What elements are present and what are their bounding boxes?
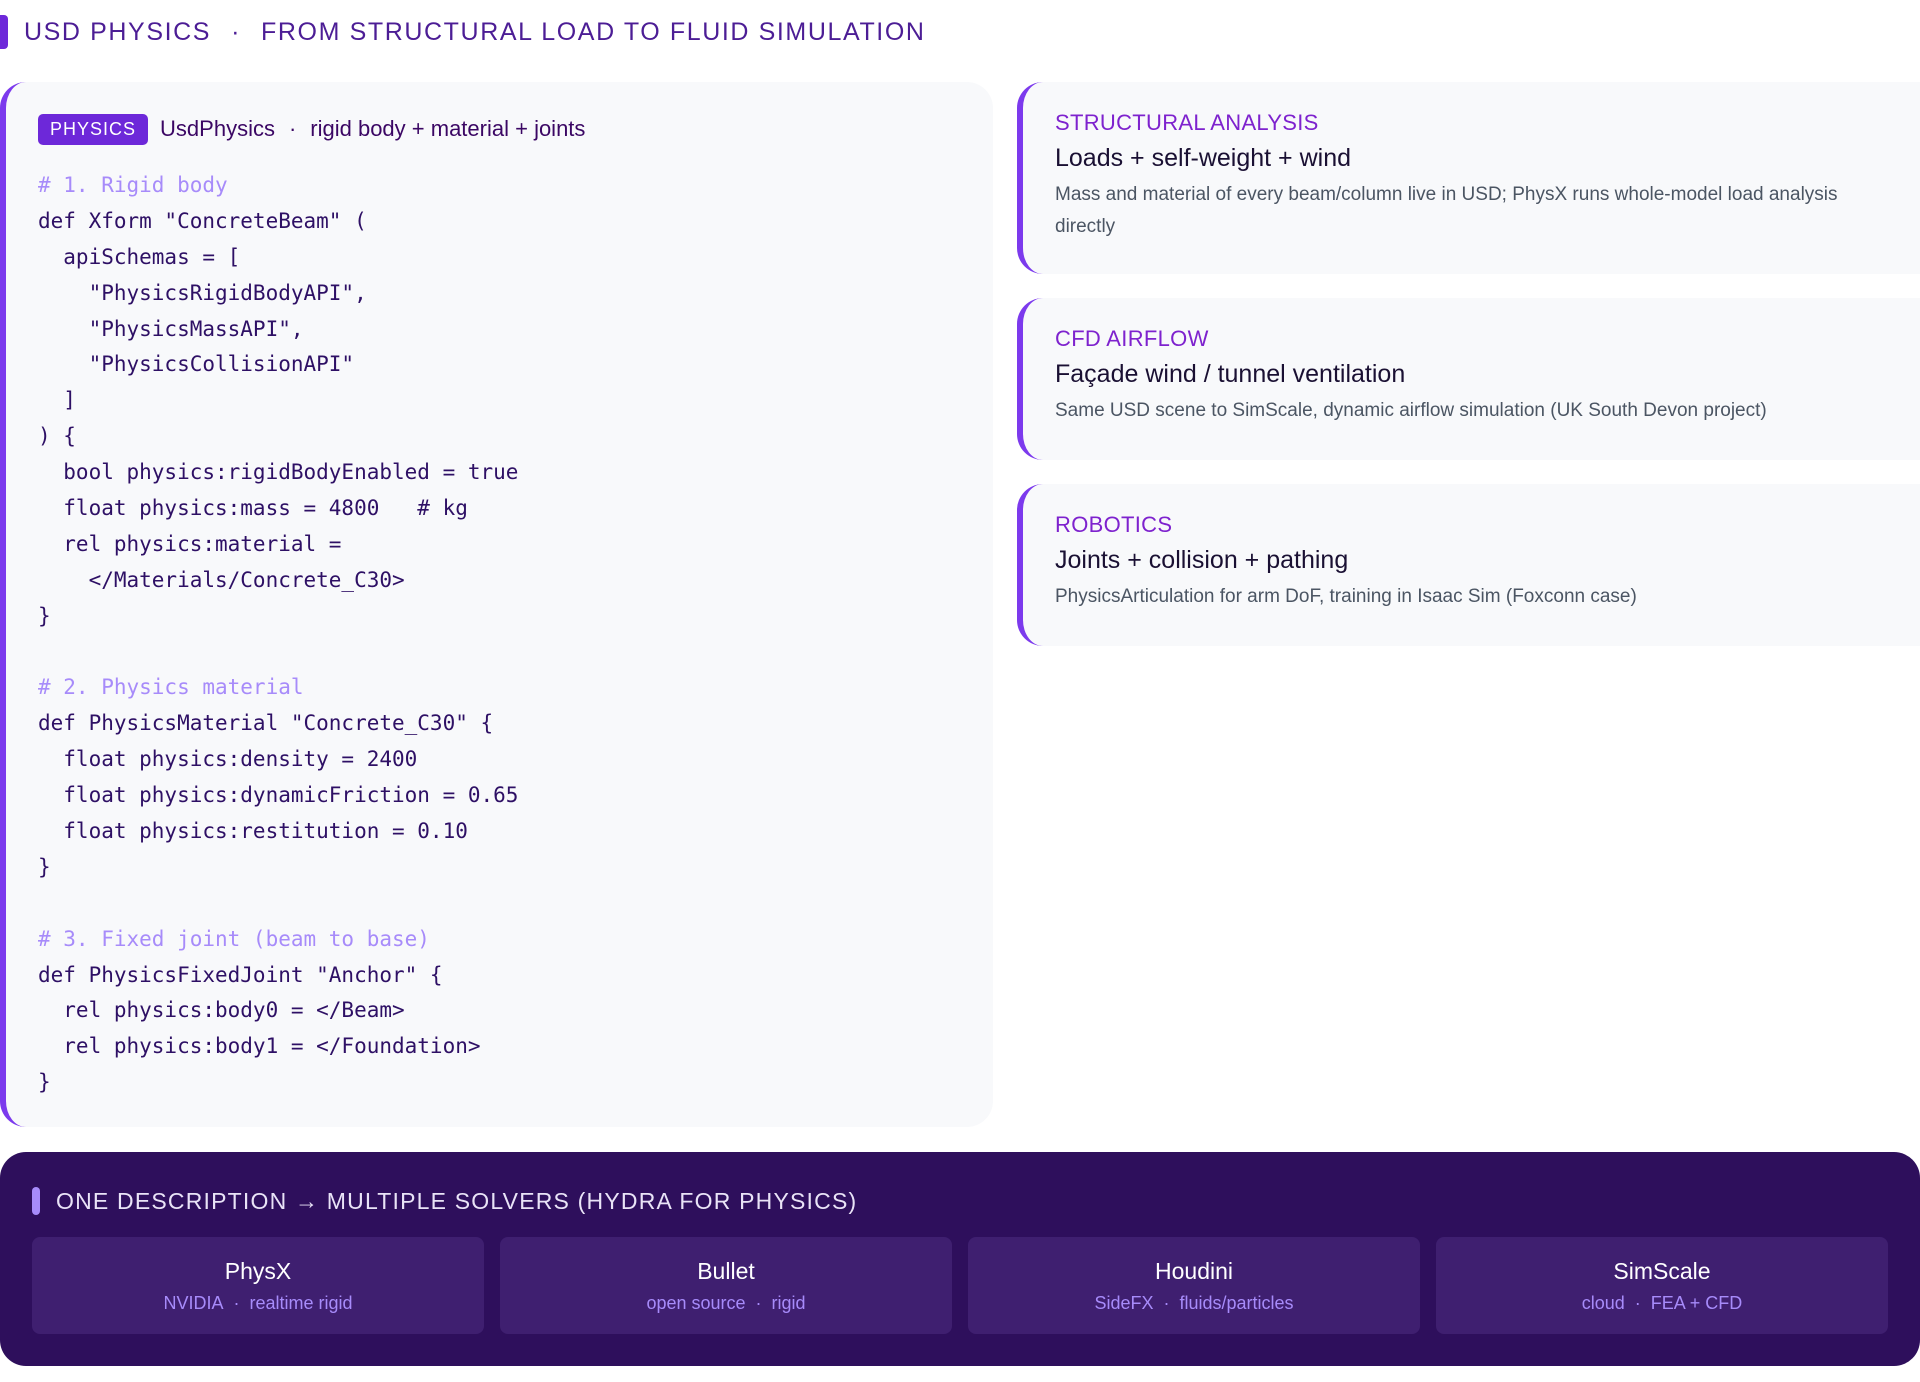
card-description: Mass and material of every beam/column l… (1055, 184, 1838, 237)
solver-name: SimScale (1613, 1257, 1711, 1284)
code-line: def PhysicsMaterial "Concrete_C30" { (38, 711, 494, 736)
code-comment-line: # 3. Fixed joint (beam to base) (38, 926, 430, 951)
solver-sub-a: open source (646, 1292, 746, 1313)
card-label: ROBOTICS (1055, 512, 1173, 537)
card-label: CFD AIRFLOW (1055, 326, 1209, 351)
solver-sub-separator: · (1634, 1292, 1641, 1313)
code-line: rel physics:body0 = </Beam> (38, 998, 405, 1023)
code-line: def Xform "ConcreteBeam" ( (38, 208, 367, 233)
header-accent-bar (0, 15, 8, 49)
code-line: apiSchemas = [ (38, 244, 241, 269)
code-line: "PhysicsRigidBodyAPI", (38, 280, 367, 305)
card-title: Joints + collision + pathing (1055, 546, 1349, 574)
code-line: "PhysicsMassAPI", (38, 316, 304, 341)
card-structural-analysis: STRUCTURAL ANALYSIS Loads + self-weight … (1017, 82, 1920, 274)
solver-card-houdini: Houdini SideFX · fluids/particles (968, 1237, 1420, 1334)
solver-sub-b: realtime rigid (249, 1292, 353, 1313)
solver-card-physx: PhysX NVIDIA · realtime rigid (32, 1237, 484, 1334)
card-title: Façade wind / tunnel ventilation (1055, 360, 1406, 388)
card-description: PhysicsArticulation for arm DoF, trainin… (1055, 586, 1637, 607)
code-block: # 1. Rigid body def Xform "ConcreteBeam" … (38, 168, 993, 1101)
code-line: rel physics:material = (38, 531, 342, 556)
code-line: rel physics:body1 = </Foundation> (38, 1034, 481, 1059)
physics-badge: PHYSICS (38, 113, 149, 145)
solver-accent-bar (32, 1187, 40, 1215)
code-line: float physics:density = 2400 (38, 747, 418, 772)
solver-list: PhysX NVIDIA · realtime rigid Bullet open … (32, 1237, 1888, 1334)
solver-sub-separator: · (755, 1292, 762, 1313)
solver-subtitle: open source · rigid (646, 1293, 805, 1314)
page-title: USD PHYSICS · FROM STRUCTURAL LOAD TO FL… (24, 18, 926, 47)
code-line: } (38, 603, 51, 628)
solver-subtitle: NVIDIA · realtime rigid (163, 1293, 352, 1314)
code-line: float physics:mass = 4800 # kg (38, 496, 468, 521)
code-line: ] (38, 388, 76, 413)
solver-sub-separator: · (233, 1292, 240, 1313)
code-line: } (38, 854, 51, 879)
solver-sub-b: FEA + CFD (1650, 1292, 1743, 1313)
code-panel-title-main: UsdPhysics (160, 116, 275, 141)
solver-sub-a: NVIDIA (163, 1292, 224, 1313)
solver-name: Houdini (1155, 1257, 1233, 1284)
page-title-separator: · (231, 17, 242, 46)
code-line: } (38, 1070, 51, 1095)
code-panel-title-separator: · (288, 116, 297, 141)
solver-sub-b: rigid (771, 1292, 806, 1313)
code-line: float physics:dynamicFriction = 0.65 (38, 783, 519, 808)
solver-title: ONE DESCRIPTION → MULTIPLE SOLVERS (HYDR… (56, 1187, 858, 1214)
solver-subtitle: cloud · FEA + CFD (1582, 1293, 1743, 1314)
card-cfd-airflow: CFD AIRFLOW Façade wind / tunnel ventila… (1017, 298, 1920, 460)
solver-subtitle: SideFX · fluids/particles (1094, 1293, 1293, 1314)
card-title: Loads + self-weight + wind (1055, 144, 1352, 172)
page-title-left: USD PHYSICS (24, 17, 212, 46)
solver-sub-a: cloud (1581, 1292, 1625, 1313)
solver-name: PhysX (224, 1257, 292, 1284)
solver-card-bullet: Bullet open source · rigid (500, 1237, 952, 1334)
code-line: bool physics:rigidBodyEnabled = true (38, 460, 519, 485)
solver-sub-b: fluids/particles (1179, 1292, 1294, 1313)
solver-heading: ONE DESCRIPTION → MULTIPLE SOLVERS (HYDR… (32, 1186, 857, 1216)
code-panel: PHYSICS UsdPhysics · rigid body + material… (0, 82, 993, 1127)
page-title-right: FROM STRUCTURAL LOAD TO FLUID SIMULATION (261, 17, 926, 46)
code-line: float physics:restitution = 0.10 (38, 819, 468, 844)
code-line: ) { (38, 424, 76, 449)
solver-card-simscale: SimScale cloud · FEA + CFD (1436, 1237, 1888, 1334)
solver-sub-separator: · (1163, 1292, 1170, 1313)
code-panel-header: PHYSICS UsdPhysics · rigid body + material… (38, 112, 993, 146)
code-line: </Materials/Concrete_C30> (38, 567, 405, 592)
solver-panel: ONE DESCRIPTION → MULTIPLE SOLVERS (HYDR… (0, 1152, 1920, 1366)
code-comment-line: # 1. Rigid body (38, 173, 228, 197)
code-comment-line: # 2. Physics material (38, 675, 304, 700)
code-panel-title: UsdPhysics · rigid body + material + joint… (160, 116, 585, 142)
card-robotics: ROBOTICS Joints + collision + pathing Ph… (1017, 484, 1920, 646)
solver-name: Bullet (697, 1257, 755, 1284)
code-line: "PhysicsCollisionAPI" (38, 352, 355, 377)
card-label: STRUCTURAL ANALYSIS (1055, 110, 1319, 135)
page-header: USD PHYSICS · FROM STRUCTURAL LOAD TO FL… (0, 14, 926, 50)
code-panel-subtitle: rigid body + material + joints (310, 116, 586, 141)
card-description: Same USD scene to SimScale, dynamic airf… (1055, 400, 1767, 421)
solver-sub-a: SideFX (1094, 1292, 1154, 1313)
code-line: def PhysicsFixedJoint "Anchor" { (38, 962, 443, 987)
